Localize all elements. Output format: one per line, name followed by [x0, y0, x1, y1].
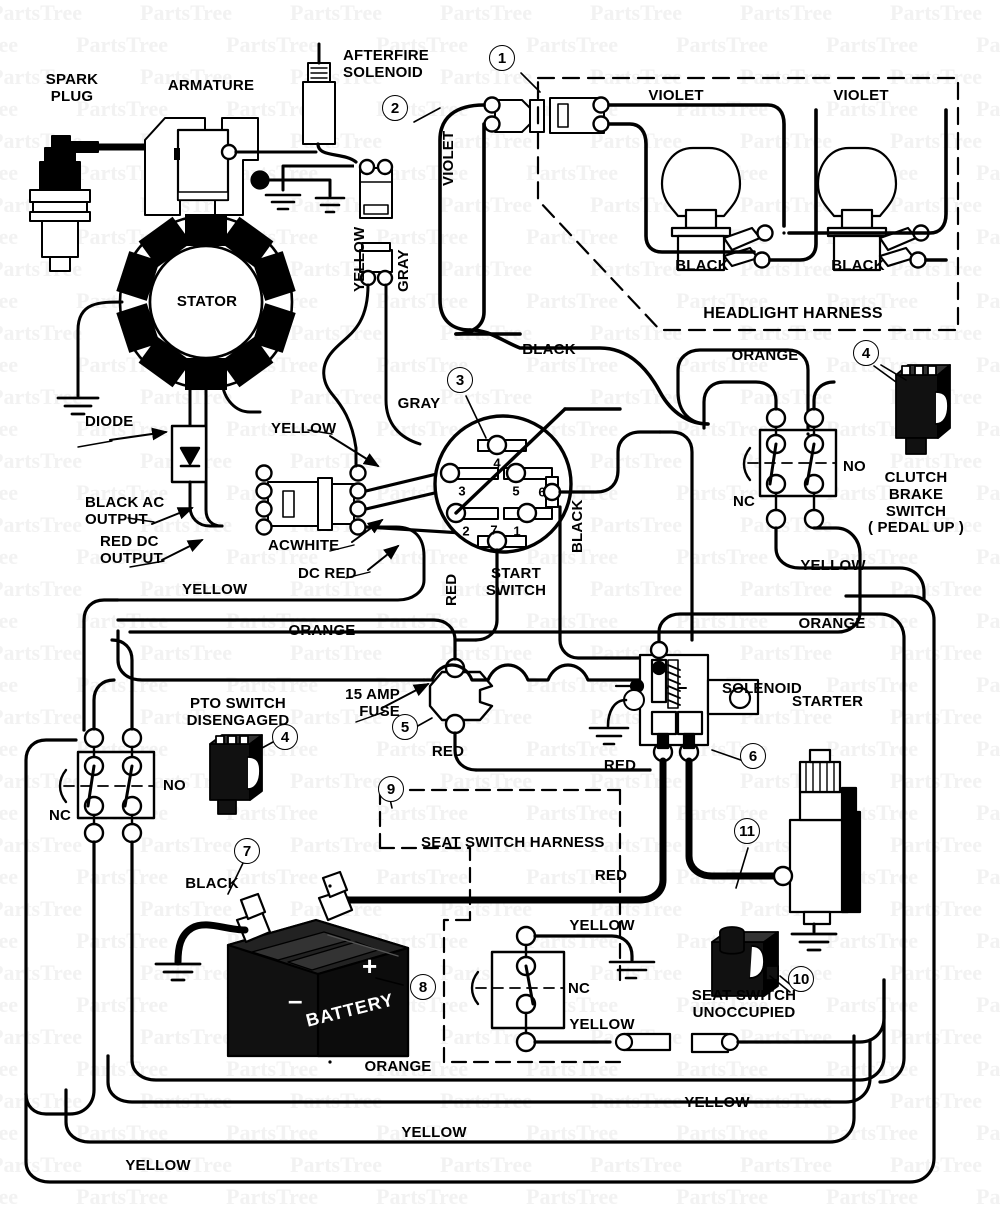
label-solenoid: SOLENOID	[722, 680, 802, 697]
callout-3[interactable]: 3	[447, 367, 473, 393]
label-stator: STATOR	[176, 293, 238, 310]
label-armature: ARMATURE	[167, 77, 255, 94]
label-acwhite: ACWHITE	[268, 537, 340, 554]
violet-connector-right	[549, 96, 610, 134]
label-black-ac-output: BLACK AC OUTPUT	[85, 494, 165, 528]
callout-5[interactable]: 5	[392, 714, 418, 740]
wire-label-red-vert: RED	[443, 573, 460, 606]
seat-switch-pictorial	[711, 926, 779, 997]
wire-label-black-main: BLACK	[522, 341, 576, 358]
switch-terminal-7: 7	[490, 522, 498, 538]
wire-label-yellow-b3: YELLOW	[125, 1157, 191, 1174]
stator-connector-right	[317, 464, 367, 536]
switch-terminal-1: 1	[513, 523, 521, 539]
wire-label-red-fuse: RED	[431, 743, 465, 760]
wire-label-orange-clutch: ORANGE	[798, 615, 866, 632]
wire-label-black-vert: BLACK	[569, 499, 586, 554]
battery-negative-terminal: –	[288, 985, 303, 1015]
switch-terminal-2: 2	[462, 523, 470, 539]
label-seat-switch: SEAT SWITCH UNOCCUPIED	[691, 987, 797, 1021]
label-spark-plug: SPARK PLUG	[45, 71, 99, 105]
callout-8[interactable]: 8	[410, 974, 436, 1000]
label-clutch-nc: NC	[733, 493, 756, 510]
pto-switch-pictorial	[209, 734, 263, 815]
wire-label-yellow-stator: YELLOW	[271, 420, 337, 437]
switch-terminal-3: 3	[458, 483, 466, 499]
callout-2[interactable]: 2	[382, 95, 408, 121]
label-clutch-brake-switch: CLUTCH BRAKE SWITCH ( PEDAL UP )	[867, 469, 965, 537]
wire-label-yellow-vert: YELLOW	[351, 226, 368, 292]
wire-label-orange-top: ORANGE	[731, 347, 799, 364]
wire-label-yellow-left: YELLOW	[182, 581, 248, 598]
clutch-brake-switch-schematic	[742, 407, 838, 530]
wire-label-black-battery: BLACK	[185, 875, 239, 892]
wire-label-orange-bottom: ORANGE	[364, 1058, 432, 1075]
wire-label-gray-vert: GRAY	[395, 249, 412, 292]
wiring-diagram-page: PartsTreePartsTreePartsTreePartsTreePart…	[0, 0, 1000, 1216]
label-pto-nc: NC	[49, 807, 72, 824]
label-diode: DIODE	[85, 413, 134, 430]
label-pto-no: NO	[163, 777, 186, 794]
wire-label-red-solenoid: RED	[603, 757, 637, 774]
switch-terminal-5: 5	[512, 483, 520, 499]
callout-9[interactable]: 9	[378, 776, 404, 802]
switch-terminal-4: 4	[493, 455, 501, 471]
callout-6[interactable]: 6	[740, 743, 766, 769]
solenoid-icon	[606, 640, 760, 763]
wire-label-black-bulb-2: BLACK	[831, 257, 885, 274]
starter-icon	[772, 748, 862, 926]
wire-label-yellow-clutch-1: YELLOW	[800, 557, 866, 574]
label-headlight-harness: HEADLIGHT HARNESS	[703, 305, 883, 322]
armature-icon	[144, 117, 259, 216]
label-start-switch: START SWITCH	[485, 565, 547, 599]
stator-connector-left	[255, 464, 319, 536]
pto-switch-schematic	[58, 727, 156, 844]
spark-plug-icon	[29, 135, 99, 272]
wire-label-yellow-b1: YELLOW	[684, 1094, 750, 1111]
wire-label-orange-mid: ORANGE	[288, 622, 356, 639]
wire-label-red-harness: RED	[594, 867, 628, 884]
label-afterfire-solenoid: AFTERFIRE SOLENOID	[343, 47, 429, 81]
label-starter: STARTER	[792, 693, 864, 710]
wire-label-yellow-seat-2: YELLOW	[569, 1016, 635, 1033]
callout-7[interactable]: 7	[234, 838, 260, 864]
label-seat-nc: NC	[568, 980, 591, 997]
label-red-dc-output: RED DC OUTPUT	[100, 533, 163, 567]
wire-label-black-bulb-1: BLACK	[675, 257, 729, 274]
label-dc-red: DC RED	[298, 565, 357, 582]
wire-label-yellow-b2: YELLOW	[401, 1124, 467, 1141]
wire-label-violet-vert: VIOLET	[440, 130, 457, 186]
label-pto-switch: PTO SWITCH DISENGAGED	[186, 695, 290, 729]
battery-positive-terminal: +	[362, 951, 378, 981]
label-fuse: 15 AMP FUSE	[345, 686, 400, 720]
callout-10[interactable]: 10	[788, 966, 814, 992]
violet-connector-left	[483, 96, 545, 133]
callout-4-clutch[interactable]: 4	[853, 340, 879, 366]
wire-label-yellow-seat-1: YELLOW	[569, 917, 635, 934]
wire-label-violet-2: VIOLET	[833, 87, 889, 104]
callout-4-pto[interactable]: 4	[272, 724, 298, 750]
callout-11[interactable]: 11	[734, 818, 760, 844]
wire-label-gray-top: GRAY	[397, 395, 441, 412]
switch-terminal-6: 6	[538, 484, 546, 500]
diagram-canvas	[24, 42, 960, 1184]
headlight-bulb-2	[816, 146, 930, 272]
label-seat-switch-harness: SEAT SWITCH HARNESS	[421, 834, 605, 851]
callout-1[interactable]: 1	[489, 45, 515, 71]
seat-switch-schematic	[470, 925, 566, 1053]
wire-label-violet-1: VIOLET	[648, 87, 704, 104]
diode-icon	[170, 424, 208, 484]
label-clutch-no: NO	[843, 458, 866, 475]
